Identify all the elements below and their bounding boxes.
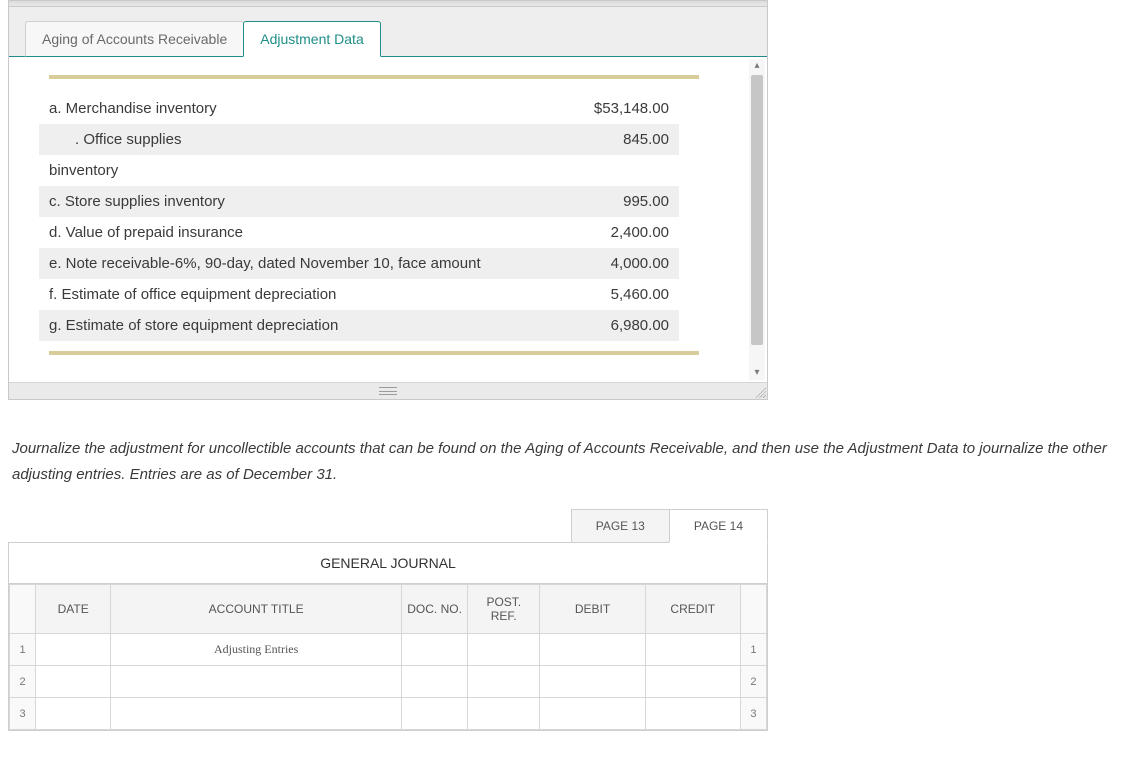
- table-row: g. Estimate of store equipment depreciat…: [39, 310, 679, 341]
- header-doc-no: DOC. NO.: [402, 585, 468, 634]
- journal-title: GENERAL JOURNAL: [9, 543, 767, 584]
- journal-row: 3 3: [10, 698, 767, 730]
- header-post-ref: POST. REF.: [468, 585, 540, 634]
- adjustment-label: c. Store supplies inventory: [39, 186, 549, 217]
- table-row: binventory: [39, 155, 679, 186]
- scroll-up-arrow-icon[interactable]: ▴: [749, 59, 765, 73]
- journal-row: 2 2: [10, 666, 767, 698]
- cell-post-ref[interactable]: [468, 666, 540, 698]
- header-rownum-right: [740, 585, 766, 634]
- scroll-thumb[interactable]: [751, 75, 763, 345]
- cell-debit[interactable]: [540, 698, 645, 730]
- cell-credit[interactable]: [645, 698, 740, 730]
- header-debit: DEBIT: [540, 585, 645, 634]
- instructions-text: Journalize the adjustment for uncollecti…: [12, 436, 1114, 487]
- tab-aging-of-accounts-receivable[interactable]: Aging of Accounts Receivable: [25, 21, 244, 57]
- journal-table: DATE ACCOUNT TITLE DOC. NO. POST. REF. D…: [9, 584, 767, 730]
- cell-account-title[interactable]: Adjusting Entries: [111, 634, 402, 666]
- row-number: 2: [10, 666, 36, 698]
- table-row: a. Merchandise inventory $53,148.00: [39, 93, 679, 124]
- cell-doc-no[interactable]: [402, 634, 468, 666]
- adjustment-label: a. Merchandise inventory: [39, 93, 549, 124]
- adjustment-value: $53,148.00: [549, 93, 679, 124]
- row-number: 3: [10, 698, 36, 730]
- adjustment-value: [549, 155, 679, 186]
- cell-credit[interactable]: [645, 666, 740, 698]
- adjustment-value: 6,980.00: [549, 310, 679, 341]
- adjustment-label: binventory: [39, 155, 549, 186]
- table-row: . Office supplies 845.00: [39, 124, 679, 155]
- journal-box: GENERAL JOURNAL DATE ACCOUNT TITLE DOC. …: [8, 543, 768, 731]
- row-number: 1: [740, 634, 766, 666]
- cell-date[interactable]: [36, 698, 111, 730]
- page-tab-14[interactable]: PAGE 14: [669, 509, 768, 543]
- table-row: f. Estimate of office equipment deprecia…: [39, 279, 679, 310]
- journal-header-row: DATE ACCOUNT TITLE DOC. NO. POST. REF. D…: [10, 585, 767, 634]
- horizontal-scrollbar[interactable]: [9, 382, 767, 399]
- adjustment-label: d. Value of prepaid insurance: [39, 217, 549, 248]
- adjustment-value: 5,460.00: [549, 279, 679, 310]
- header-rownum-left: [10, 585, 36, 634]
- resize-grip-icon[interactable]: [754, 386, 766, 398]
- row-number: 3: [740, 698, 766, 730]
- adjustment-label: g. Estimate of store equipment depreciat…: [39, 310, 549, 341]
- cell-doc-no[interactable]: [402, 666, 468, 698]
- cell-account-title[interactable]: [111, 698, 402, 730]
- table-row: e. Note receivable-6%, 90-day, dated Nov…: [39, 248, 679, 279]
- adjustment-value: 2,400.00: [549, 217, 679, 248]
- tab-content-outer: a. Merchandise inventory $53,148.00 . Of…: [9, 57, 767, 382]
- adjustment-label: . Office supplies: [39, 124, 549, 155]
- cell-post-ref[interactable]: [468, 634, 540, 666]
- cell-debit[interactable]: [540, 666, 645, 698]
- tab-adjustment-data[interactable]: Adjustment Data: [243, 21, 381, 57]
- vertical-scrollbar[interactable]: ▴ ▾: [749, 59, 765, 380]
- cell-post-ref[interactable]: [468, 698, 540, 730]
- journal-row: 1 Adjusting Entries 1: [10, 634, 767, 666]
- adjustment-data-panel: Aging of Accounts Receivable Adjustment …: [8, 0, 768, 400]
- adjustment-value: 845.00: [549, 124, 679, 155]
- table-row: c. Store supplies inventory 995.00: [39, 186, 679, 217]
- cell-doc-no[interactable]: [402, 698, 468, 730]
- content-separator-bottom: [49, 351, 699, 355]
- cell-date[interactable]: [36, 666, 111, 698]
- adjustment-value: 4,000.00: [549, 248, 679, 279]
- adjustment-label: f. Estimate of office equipment deprecia…: [39, 279, 549, 310]
- adjustment-data-table: a. Merchandise inventory $53,148.00 . Of…: [39, 93, 679, 341]
- adjustment-value: 995.00: [549, 186, 679, 217]
- table-row: d. Value of prepaid insurance 2,400.00: [39, 217, 679, 248]
- header-account-title: ACCOUNT TITLE: [111, 585, 402, 634]
- page-tabs: PAGE 13 PAGE 14: [8, 509, 768, 543]
- header-credit: CREDIT: [645, 585, 740, 634]
- content-separator-top: [49, 75, 699, 79]
- general-journal-panel: PAGE 13 PAGE 14 GENERAL JOURNAL DATE ACC…: [8, 509, 768, 731]
- cell-account-title[interactable]: [111, 666, 402, 698]
- cell-credit[interactable]: [645, 634, 740, 666]
- adjustment-label: e. Note receivable-6%, 90-day, dated Nov…: [39, 248, 549, 279]
- page-tab-13[interactable]: PAGE 13: [571, 509, 670, 543]
- adjustment-data-content: a. Merchandise inventory $53,148.00 . Of…: [9, 57, 739, 382]
- row-number: 1: [10, 634, 36, 666]
- cell-date[interactable]: [36, 634, 111, 666]
- row-number: 2: [740, 666, 766, 698]
- tabs-bar: Aging of Accounts Receivable Adjustment …: [9, 7, 767, 57]
- scroll-down-arrow-icon[interactable]: ▾: [749, 366, 765, 380]
- header-date: DATE: [36, 585, 111, 634]
- scroll-grip-icon: [379, 387, 397, 395]
- cell-debit[interactable]: [540, 634, 645, 666]
